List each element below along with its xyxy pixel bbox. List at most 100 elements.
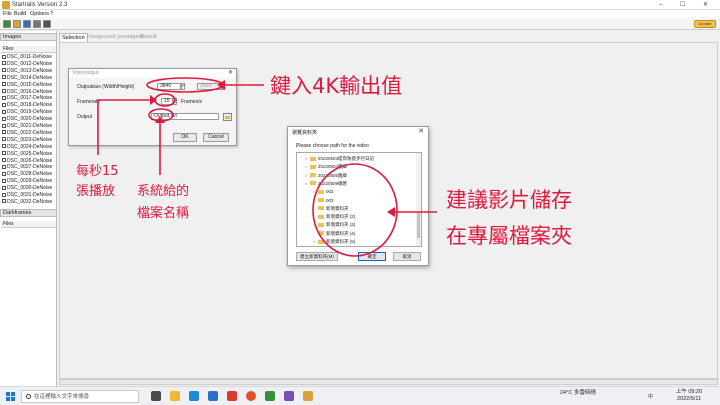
width-spinner[interactable]: ▴▾ [181, 83, 185, 90]
browse-dialog-close-icon[interactable]: ✕ [418, 127, 424, 135]
menu-options[interactable]: Options [30, 10, 49, 18]
video-ok-button[interactable]: OK [173, 133, 197, 142]
tab-result[interactable]: Result [139, 33, 159, 42]
file-checkbox[interactable] [2, 192, 6, 197]
file-name: DSC_0012-DeNoise [7, 60, 53, 67]
file-checkbox[interactable] [2, 164, 6, 169]
file-checkbox[interactable] [2, 130, 6, 135]
height-input[interactable]: 2560 [197, 83, 221, 90]
file-checkbox[interactable] [2, 116, 6, 121]
system-clock[interactable]: 上午 09:20 2022/5/11 [672, 389, 706, 403]
app-icon-purple[interactable] [284, 391, 294, 401]
horizontal-scrollbar[interactable] [59, 379, 718, 385]
tab-foreground[interactable]: Foreground (averaged) [85, 33, 146, 42]
start-windows-icon[interactable] [6, 392, 15, 401]
folder-tree-item[interactable]: 新增資料夾 (4) [313, 230, 355, 237]
open-images-icon[interactable] [3, 20, 11, 28]
file-checkbox[interactable] [2, 109, 6, 114]
folder-tree-item[interactable]: 新增資料夾 (2) [313, 213, 355, 220]
height-spinner[interactable]: ▴▾ [221, 83, 225, 90]
folder-label: 20220504圖庫 [318, 164, 348, 170]
file-checkbox[interactable] [2, 171, 6, 176]
video-cancel-button[interactable]: Cancel [203, 133, 229, 142]
store-icon[interactable] [208, 391, 218, 401]
file-checkbox[interactable] [2, 102, 6, 107]
folder-tree-item[interactable]: > 新增資料夾 (5) [313, 238, 355, 245]
file-checkbox[interactable] [2, 137, 6, 142]
task-view-icon[interactable] [151, 391, 161, 401]
startrails-app: Startrails Version 2.3 – ☐ ✕ File Build … [0, 0, 720, 405]
framerate-input[interactable]: 15 [161, 98, 173, 105]
folder-tree-item[interactable]: >20220505圖庫 [305, 172, 347, 179]
file-checkbox[interactable] [2, 54, 6, 59]
folder-tree[interactable]: >20220503堤岸防疫步行日記 >20220504圖庫 >20220505圖庫 v… [296, 152, 422, 247]
output-label: Output [77, 114, 93, 120]
folder-icon [318, 222, 324, 227]
folder-tree-item[interactable]: 003 [313, 197, 334, 204]
open-folder-icon[interactable] [13, 20, 21, 28]
file-checkbox[interactable] [2, 178, 6, 183]
menu-help[interactable]: ? [50, 10, 53, 18]
edge-icon[interactable] [189, 391, 199, 401]
folder-tree-item[interactable]: v 20220509總匯 [305, 180, 347, 187]
folder-tree-item[interactable]: >20220504圖庫 [305, 163, 347, 170]
folder-label: 002 [326, 189, 334, 195]
folder-tree-item[interactable]: 新增資料夾 [313, 205, 349, 212]
clock-time: 上午 09:20 [675, 389, 703, 395]
ime-indicator[interactable]: 中 [648, 393, 653, 400]
file-checkbox[interactable] [2, 151, 6, 156]
donate-button[interactable]: Donate [694, 20, 716, 28]
file-checkbox[interactable] [2, 75, 6, 80]
output-input[interactable]: Output.avi [151, 113, 219, 120]
tab-selection[interactable]: Selection [59, 33, 88, 42]
folder-icon [318, 239, 324, 244]
menu-file[interactable]: File [3, 10, 12, 18]
taskbar-search-input[interactable]: 在這裡輸入文字來搜尋 [21, 390, 139, 403]
width-input[interactable]: 3840 [157, 83, 181, 90]
file-checkbox[interactable] [2, 61, 6, 66]
window-controls[interactable]: – ☐ ✕ [659, 0, 716, 10]
framerate-spinner[interactable]: ▴▾ [173, 98, 177, 105]
video-output-dialog: Videooutput ✕ Outputsize (Width/Height) … [68, 68, 237, 146]
folder-tree-item[interactable]: >002 [313, 188, 334, 195]
file-checkbox[interactable] [2, 185, 6, 190]
file-checkbox[interactable] [2, 158, 6, 162]
weather-widget[interactable]: 24°C 多雲時晴 [560, 390, 596, 396]
menu-build[interactable]: Build [14, 10, 26, 18]
file-checkbox[interactable] [2, 89, 6, 93]
annotation-folder-line1: 建議影片儲存 [446, 188, 572, 212]
app-icon-green[interactable] [265, 391, 275, 401]
startrails-taskbar-icon[interactable] [303, 391, 313, 401]
browse-folder-icon[interactable] [223, 113, 232, 121]
browse-ok-button[interactable]: 確定 [358, 252, 386, 261]
folder-tree-item[interactable]: >20220503堤岸防疫步行日記 [305, 155, 374, 162]
new-folder-button[interactable]: 建立新資料夾(M) [296, 252, 338, 261]
save-icon[interactable] [23, 20, 31, 28]
browse-cancel-button[interactable]: 取消 [393, 252, 421, 261]
file-checkbox[interactable] [2, 82, 6, 87]
tree-scroll-thumb[interactable] [417, 213, 420, 238]
build-icon[interactable] [33, 20, 41, 28]
file-checkbox[interactable] [2, 68, 6, 73]
file-name: DSC_0027-DeNoise [7, 164, 53, 171]
title-bar: Startrails Version 2.3 – ☐ ✕ [0, 0, 720, 10]
annotation-fps-line2: 張播放 [76, 184, 116, 199]
darkframes-files-column[interactable]: Files [1, 221, 56, 228]
video-dialog-close-icon[interactable]: ✕ [228, 69, 233, 78]
file-checkbox[interactable] [2, 123, 6, 128]
file-list-item[interactable]: DSC_0032-DeNoise [2, 199, 56, 206]
file-explorer-icon[interactable] [170, 391, 180, 401]
darkframes-header: Darkframes [0, 209, 57, 217]
photos-icon[interactable] [227, 391, 237, 401]
folder-tree-item[interactable]: > 新增資料夾 (3) [313, 221, 355, 228]
chrome-icon[interactable] [246, 391, 256, 401]
menu-bar: File Build Options ? [0, 10, 720, 18]
images-files-column[interactable]: Files [1, 46, 56, 53]
file-checkbox[interactable] [2, 95, 6, 100]
images-header: Images [0, 33, 57, 41]
file-checkbox[interactable] [2, 144, 6, 149]
folder-label: 20220509總匯 [318, 180, 348, 186]
file-checkbox[interactable] [2, 199, 6, 204]
video-icon[interactable] [43, 20, 51, 28]
clock-date: 2022/5/11 [676, 396, 702, 402]
